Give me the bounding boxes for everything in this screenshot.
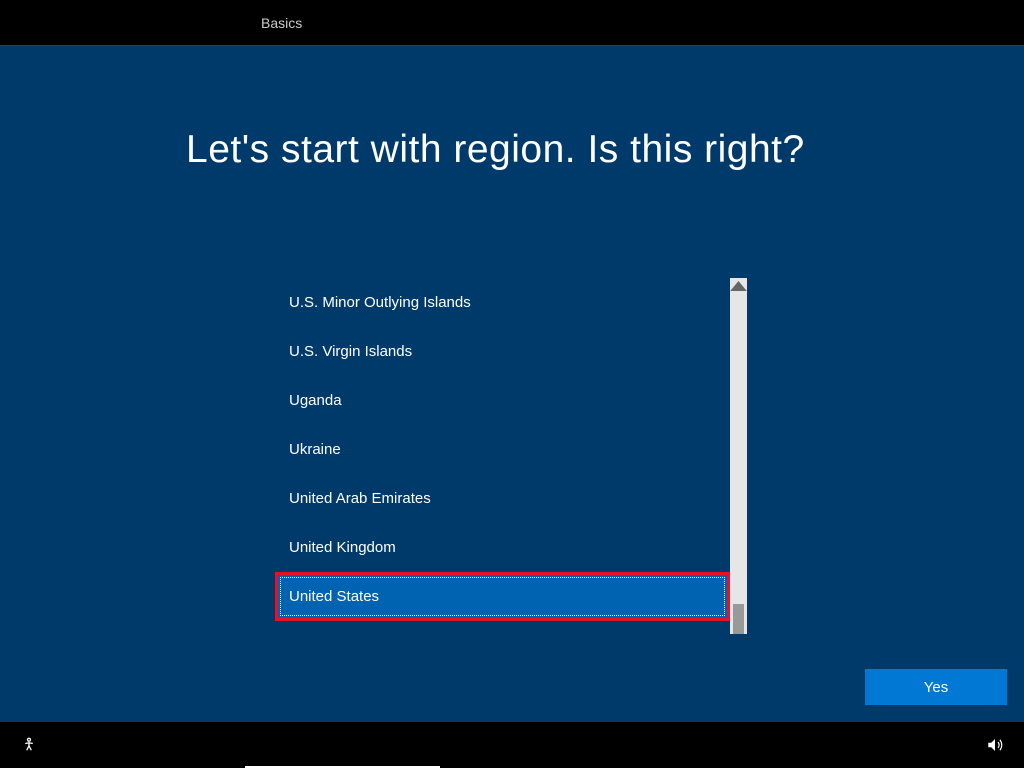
yes-button[interactable]: Yes	[865, 669, 1007, 705]
region-listbox-container: U.S. Minor Outlying IslandsU.S. Virgin I…	[275, 278, 747, 634]
tabs-container: Basics	[245, 0, 318, 45]
region-listbox[interactable]: U.S. Minor Outlying IslandsU.S. Virgin I…	[275, 278, 730, 634]
top-bar: Basics	[0, 0, 1024, 45]
scroll-up-arrow-icon[interactable]	[730, 278, 747, 294]
tab-basics[interactable]: Basics	[245, 0, 318, 45]
region-item[interactable]: U.S. Minor Outlying Islands	[275, 278, 730, 327]
tab-label: Basics	[261, 15, 302, 31]
volume-icon[interactable]	[980, 730, 1010, 760]
region-item[interactable]: Uganda	[275, 376, 730, 425]
region-item[interactable]: United States	[275, 572, 730, 621]
scrollbar[interactable]	[730, 278, 747, 634]
scrollbar-thumb[interactable]	[733, 604, 744, 634]
region-item[interactable]: Ukraine	[275, 425, 730, 474]
page-heading: Let's start with region. Is this right?	[186, 128, 805, 172]
accessibility-icon[interactable]	[14, 730, 44, 760]
region-item[interactable]: United Kingdom	[275, 523, 730, 572]
region-item[interactable]: United Arab Emirates	[275, 474, 730, 523]
main-content: Let's start with region. Is this right? …	[0, 45, 1024, 722]
bottom-bar	[0, 722, 1024, 768]
region-item[interactable]: U.S. Virgin Islands	[275, 327, 730, 376]
